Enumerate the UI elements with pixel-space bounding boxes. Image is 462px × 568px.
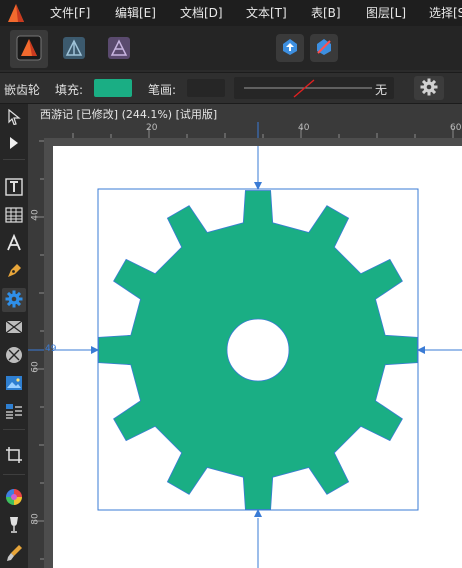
rectangle-x-icon	[5, 318, 23, 339]
frame-text-icon	[5, 177, 23, 199]
menu-table[interactable]: 表[B]	[311, 4, 341, 21]
pixel-persona-button[interactable]	[55, 30, 93, 68]
menu-bar: 文件[F] 编辑[E] 文档[D] 文本[T] 表[B] 图层[L] 选择[S	[0, 0, 462, 26]
ruler-origin[interactable]	[28, 122, 44, 138]
stroke-width-value: 无	[375, 83, 388, 97]
stroke-color-swatch[interactable]	[187, 79, 225, 97]
move-tool[interactable]	[2, 106, 26, 130]
tool-name-label: 嵌齿轮	[4, 83, 41, 97]
tool-separator	[3, 159, 25, 160]
menu-file[interactable]: 文件[F]	[50, 4, 90, 21]
artistic-text-tool[interactable]	[2, 232, 26, 256]
move-arrow-icon	[6, 108, 22, 128]
designer-persona-button[interactable]	[10, 30, 48, 68]
horizontal-ruler[interactable]: 20 40 60	[44, 122, 462, 138]
menu-select[interactable]: 选择[S	[429, 4, 462, 21]
snapping-off-icon	[314, 37, 334, 60]
persona-toolbar	[0, 26, 462, 70]
export-persona-icon	[107, 36, 131, 63]
cog-tool[interactable]	[2, 288, 26, 312]
menu-document[interactable]: 文档[D]	[180, 4, 223, 21]
image-icon	[5, 374, 23, 395]
context-toolbar: 嵌齿轮 填充: 笔画: 无	[0, 72, 462, 104]
place-tool[interactable]	[2, 400, 26, 424]
document-title: 西游记 [已修改] (244.1%) [试用版]	[40, 108, 218, 121]
pen-nib-icon	[5, 262, 23, 283]
ruler-label: 20	[146, 123, 158, 133]
tool-separator	[3, 474, 25, 475]
ruler-label: 40	[30, 209, 41, 221]
cog-shape[interactable]	[98, 190, 418, 510]
cog-icon	[5, 290, 23, 311]
cog-canvas	[53, 146, 462, 568]
wine-glass-icon	[5, 516, 23, 537]
affinity-designer-logo-icon[interactable]	[5, 2, 27, 24]
node-arrow-icon	[6, 135, 22, 154]
fill-color-swatch[interactable]	[94, 79, 132, 97]
ruler-label: 60	[30, 361, 41, 373]
menu-layer[interactable]: 图层[L]	[366, 4, 406, 21]
tool-separator	[3, 429, 25, 430]
ellipse-tool[interactable]	[2, 344, 26, 368]
crop-tool[interactable]	[2, 444, 26, 468]
export-persona-button[interactable]	[100, 30, 138, 68]
artistic-text-icon	[5, 233, 23, 255]
pixel-persona-icon	[62, 36, 86, 63]
table-tool[interactable]	[2, 204, 26, 228]
circle-x-icon	[5, 346, 23, 367]
guide-label: 49	[45, 344, 57, 354]
menu-text[interactable]: 文本[T]	[246, 4, 287, 21]
no-snapping-button[interactable]	[310, 34, 338, 62]
gear-icon	[420, 78, 438, 99]
artboard-page[interactable]: 49	[45, 146, 462, 568]
send-to-front-button[interactable]	[276, 34, 304, 62]
pen-tool[interactable]	[2, 260, 26, 284]
table-icon	[5, 206, 23, 227]
stroke-label: 笔画:	[148, 83, 177, 97]
cog-settings-button[interactable]	[414, 76, 444, 100]
node-tool[interactable]	[2, 132, 26, 156]
color-wheel-icon	[5, 488, 23, 509]
vertical-ruler-ticks	[28, 140, 44, 560]
crop-icon	[5, 446, 23, 467]
designer-persona-icon	[16, 35, 42, 64]
ruler-label: 60	[450, 123, 462, 133]
fill-tool[interactable]	[2, 514, 26, 538]
ruler-label: 40	[298, 123, 310, 133]
horizontal-ruler-ticks	[72, 122, 454, 138]
brush-tool[interactable]	[2, 542, 26, 566]
ruler-label: 80	[30, 513, 41, 525]
brush-icon	[5, 544, 23, 565]
image-tool[interactable]	[2, 372, 26, 396]
tools-panel	[0, 104, 28, 568]
color-picker-tool[interactable]	[2, 486, 26, 510]
document-tab[interactable]: 西游记 [已修改] (244.1%) [试用版]	[28, 104, 462, 122]
place-text-icon	[5, 402, 23, 423]
stroke-width-slider[interactable]: 无	[234, 77, 394, 99]
rectangle-tool[interactable]	[2, 316, 26, 340]
fill-label: 填充:	[55, 83, 84, 97]
arrange-up-icon	[280, 37, 300, 60]
vertical-ruler[interactable]: 40 60 80	[28, 138, 44, 568]
frame-text-tool[interactable]	[2, 176, 26, 200]
menu-edit[interactable]: 编辑[E]	[115, 4, 156, 21]
